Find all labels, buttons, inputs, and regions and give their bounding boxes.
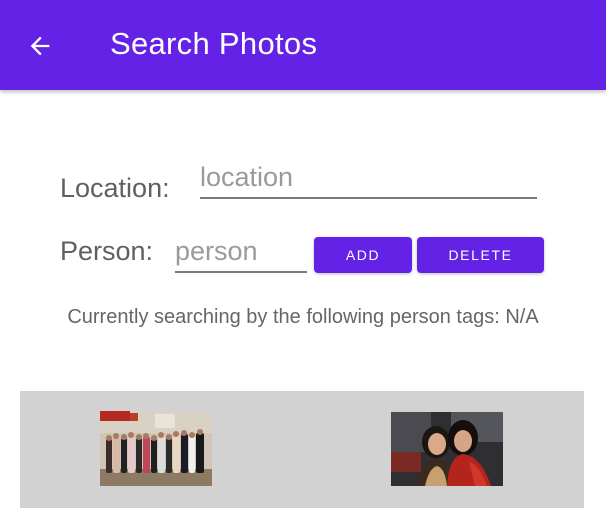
- search-status-text: Currently searching by the following per…: [67, 306, 539, 328]
- location-label: Location:: [60, 173, 170, 203]
- person-label: Person:: [60, 236, 154, 266]
- page-title: Search Photos: [110, 26, 318, 61]
- delete-button[interactable]: DELETE: [417, 237, 544, 273]
- two-people-photo-thumbnail[interactable]: [391, 412, 503, 486]
- group-photo-thumbnail[interactable]: [100, 411, 212, 486]
- arrow-left-icon: [30, 36, 50, 56]
- person-input[interactable]: [175, 236, 307, 273]
- location-input[interactable]: [200, 162, 537, 199]
- photo-results-grid: [20, 391, 584, 508]
- back-button[interactable]: [22, 28, 58, 64]
- app-bar: Search Photos: [0, 0, 606, 90]
- add-button[interactable]: ADD: [314, 237, 412, 273]
